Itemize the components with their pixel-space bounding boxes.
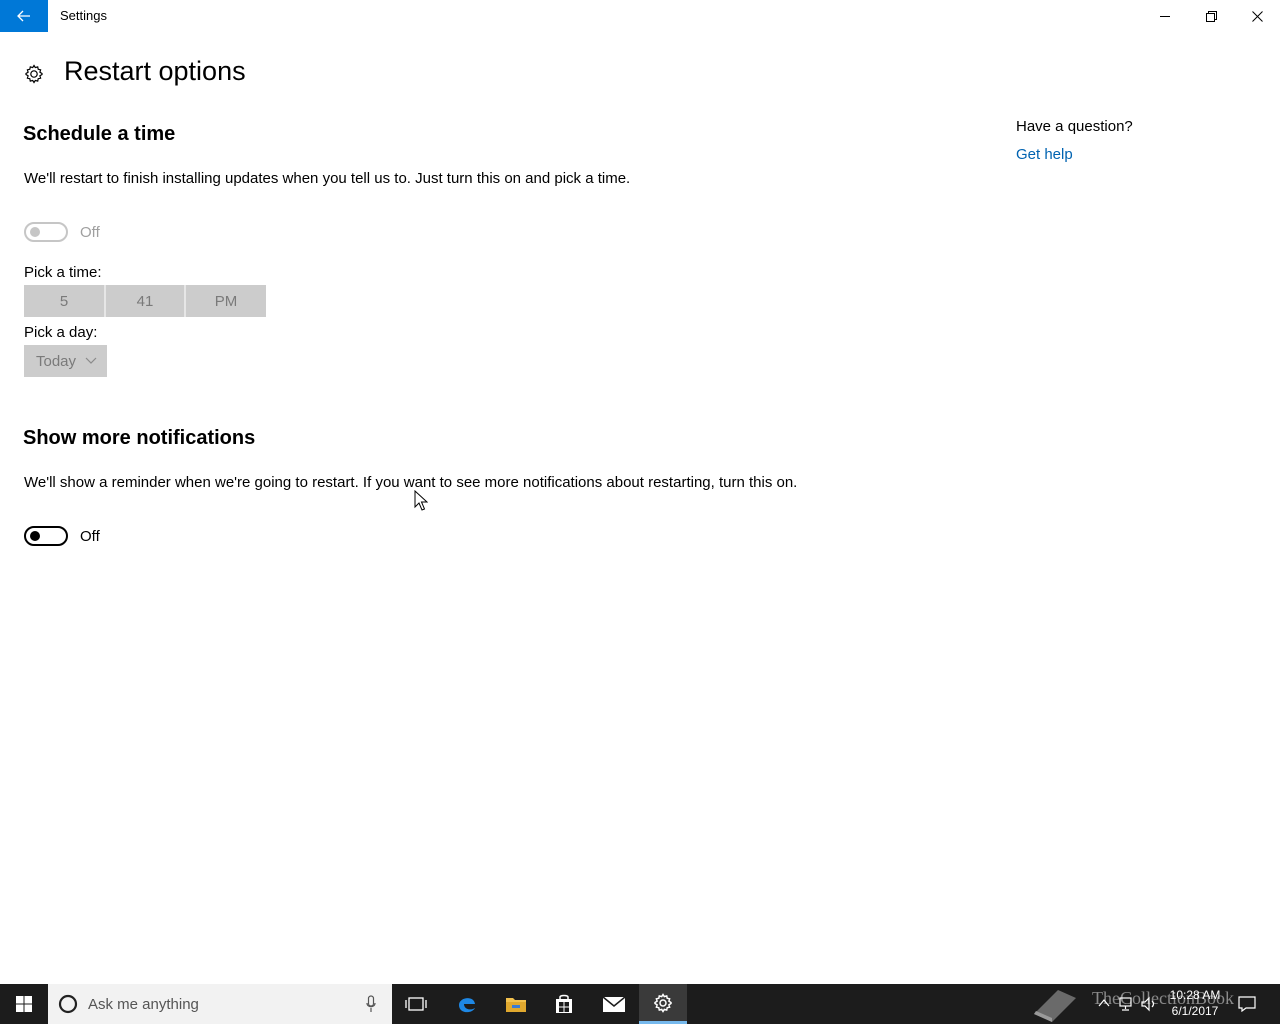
schedule-toggle-row: Off (24, 222, 100, 242)
app-title: Settings (60, 8, 107, 23)
notifications-toggle-row: Off (24, 526, 100, 546)
close-button[interactable] (1234, 0, 1280, 32)
windows-logo-icon (16, 996, 32, 1012)
mail-button[interactable] (590, 984, 638, 1024)
settings-taskbar-button[interactable] (639, 984, 687, 1024)
volume-icon[interactable] (1140, 996, 1158, 1012)
schedule-toggle-state: Off (80, 223, 100, 241)
action-center-icon[interactable] (1238, 996, 1256, 1012)
taskbar-clock[interactable]: 10:28 AM 6/1/2017 (1160, 987, 1230, 1019)
store-button[interactable] (540, 984, 588, 1024)
notifications-heading: Show more notifications (23, 427, 256, 449)
schedule-description: We'll restart to finish installing updat… (24, 170, 631, 187)
edge-button[interactable] (443, 984, 491, 1024)
taskbar-search-box[interactable]: Ask me anything (48, 984, 392, 1024)
toggle-knob (30, 531, 40, 541)
day-dropdown-value: Today (36, 352, 77, 370)
chevron-up-icon[interactable] (1098, 998, 1110, 1008)
pick-time-label: Pick a time: (24, 264, 102, 281)
toggle-knob (30, 227, 40, 237)
notifications-toggle[interactable] (24, 526, 68, 546)
time-period[interactable]: PM (186, 285, 266, 317)
file-explorer-button[interactable] (492, 984, 540, 1024)
microphone-icon[interactable] (366, 995, 376, 1013)
gear-icon (654, 992, 672, 1013)
help-question: Have a question? (1016, 118, 1133, 135)
time-hour[interactable]: 5 (24, 285, 104, 317)
start-button[interactable] (0, 984, 48, 1024)
edge-browser-icon (459, 998, 475, 1013)
back-arrow-icon (17, 10, 30, 22)
title-bar: Settings (0, 0, 1280, 32)
time-picker[interactable]: 5 41 PM (24, 285, 266, 317)
schedule-toggle[interactable] (24, 222, 68, 242)
taskbar: Ask me anything TheCollectionBook 10:28 … (0, 984, 1280, 1024)
notifications-toggle-state: Off (80, 527, 100, 545)
folder-icon (506, 998, 526, 1012)
day-dropdown[interactable]: Today (24, 345, 107, 377)
schedule-heading: Schedule a time (23, 123, 176, 145)
search-placeholder: Ask me anything (88, 996, 199, 1013)
store-bag-icon (556, 994, 572, 1013)
pick-day-label: Pick a day: (24, 324, 98, 341)
close-icon (1251, 10, 1263, 22)
page-title: Restart options (64, 56, 246, 86)
book-watermark-logo (1034, 990, 1076, 1022)
get-help-link[interactable]: Get help (1016, 146, 1073, 163)
task-view-button[interactable] (392, 984, 440, 1024)
notifications-description: We'll show a reminder when we're going t… (24, 474, 798, 491)
mail-icon (602, 996, 626, 1012)
gear-icon (25, 64, 43, 84)
back-button[interactable] (0, 0, 48, 32)
page-header (24, 56, 44, 92)
time-minute[interactable]: 41 (106, 285, 184, 317)
clock-date: 6/1/2017 (1171, 1004, 1219, 1018)
mouse-cursor-icon (414, 490, 428, 511)
restore-icon (1205, 10, 1217, 22)
minimize-button[interactable] (1142, 0, 1188, 32)
task-view-icon (405, 997, 427, 1011)
cortana-icon (58, 994, 78, 1014)
clock-time: 10:28 AM (1169, 988, 1221, 1002)
restore-button[interactable] (1188, 0, 1234, 32)
minimize-icon (1159, 15, 1170, 17)
network-icon[interactable] (1118, 996, 1134, 1012)
chevron-down-icon (85, 357, 97, 364)
